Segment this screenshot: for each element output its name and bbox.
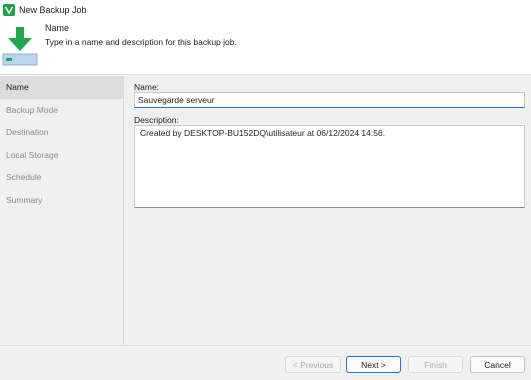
download-arrow-icon [2,25,38,67]
description-label: Description: [134,115,179,125]
name-label: Name: [134,82,160,92]
name-input[interactable] [134,92,525,108]
sidebar-item-name[interactable]: Name [0,76,123,99]
previous-button[interactable]: < Previous [285,356,341,373]
page-description: Type in a name and description for this … [45,37,237,47]
description-field[interactable]: Created by DESKTOP-BU152DQ\utilisateur a… [134,125,525,208]
sidebar-item-destination[interactable]: Destination [0,121,123,144]
title-bar: New Backup Job [0,0,531,19]
sidebar-item-schedule[interactable]: Schedule [0,166,123,189]
wizard-content: Name: Description: Created by DESKTOP-BU… [125,76,531,345]
veeam-app-icon [3,3,15,16]
wizard-steps: Name Backup Mode Destination Local Stora… [0,76,124,345]
window-title: New Backup Job [19,4,87,15]
cancel-button[interactable]: Cancel [470,356,525,373]
page-title: Name [45,23,70,33]
sidebar-item-summary[interactable]: Summary [0,189,123,212]
sidebar-item-backup-mode[interactable]: Backup Mode [0,99,123,122]
next-button[interactable]: Next > [346,356,401,373]
wizard-header: Name Type in a name and description for … [0,19,531,75]
wizard-footer: < Previous Next > Finish Cancel [0,345,531,380]
finish-button[interactable]: Finish [408,356,463,373]
sidebar-item-local-storage[interactable]: Local Storage [0,144,123,167]
